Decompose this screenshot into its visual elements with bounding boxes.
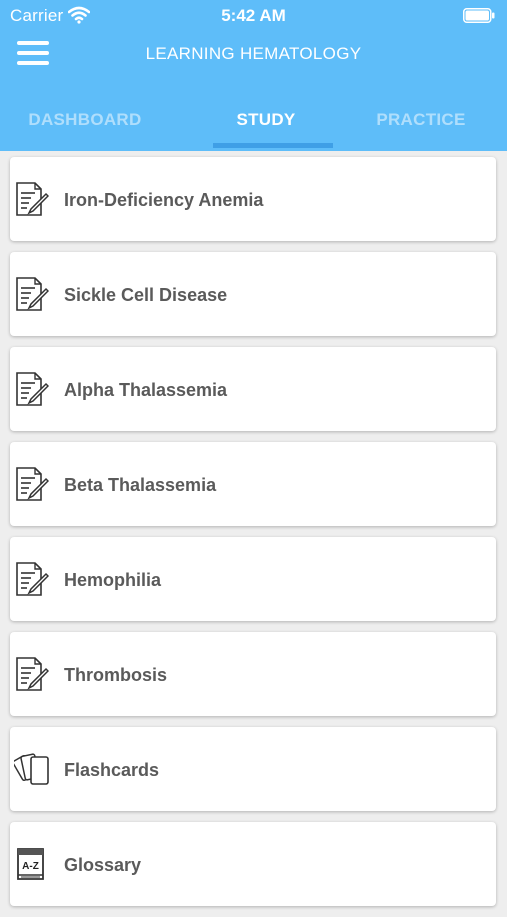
list-item-sickle-cell-disease[interactable]: Sickle Cell Disease: [10, 252, 496, 336]
document-edit-icon: [16, 372, 49, 406]
active-tab-indicator: [213, 143, 333, 148]
svg-text:A-Z: A-Z: [22, 861, 39, 872]
list-item-iron-deficiency-anemia[interactable]: Iron-Deficiency Anemia: [10, 157, 496, 241]
list-item-label: Sickle Cell Disease: [64, 285, 228, 305]
list-item-hemophilia[interactable]: Hemophilia: [10, 537, 496, 621]
clock: 5:42 AM: [221, 6, 286, 25]
list-item-label: Beta Thalassemia: [64, 475, 217, 495]
list-item-alpha-thalassemia[interactable]: Alpha Thalassemia: [10, 347, 496, 431]
tab-study[interactable]: STUDY: [186, 110, 346, 130]
document-edit-icon: [16, 657, 49, 691]
document-edit-icon: [16, 277, 49, 311]
list-item-label: Iron-Deficiency Anemia: [64, 190, 264, 210]
list-item-label: Glossary: [64, 855, 142, 875]
study-topic-list: Iron-Deficiency Anemia Sickle Cell Disea…: [10, 157, 496, 917]
battery-icon: [463, 8, 495, 23]
tab-bar: DASHBOARD STUDY PRACTICE: [0, 110, 507, 151]
page-title: LEARNING HEMATOLOGY: [145, 44, 362, 63]
tab-practice[interactable]: PRACTICE: [341, 110, 501, 130]
flashcards-icon: [14, 753, 49, 785]
tab-dashboard[interactable]: DASHBOARD: [5, 110, 165, 130]
status-bar: Carrier 5:42 AM: [0, 0, 507, 30]
list-item-beta-thalassemia[interactable]: Beta Thalassemia: [10, 442, 496, 526]
document-edit-icon: [16, 467, 49, 501]
list-item-thrombosis[interactable]: Thrombosis: [10, 632, 496, 716]
document-edit-icon: [16, 182, 49, 216]
glossary-book-icon: A-Z: [17, 848, 44, 880]
list-item-flashcards[interactable]: Flashcards: [10, 727, 496, 811]
list-item-label: Hemophilia: [64, 570, 162, 590]
list-item-glossary[interactable]: A-Z Glossary: [10, 822, 496, 906]
list-item-label: Alpha Thalassemia: [64, 380, 228, 400]
app-header: Carrier 5:42 AM LEARNING HEMATOLOGY DASH…: [0, 0, 507, 151]
list-item-label: Thrombosis: [64, 665, 168, 685]
document-edit-icon: [16, 562, 49, 596]
list-item-label: Flashcards: [64, 760, 160, 780]
